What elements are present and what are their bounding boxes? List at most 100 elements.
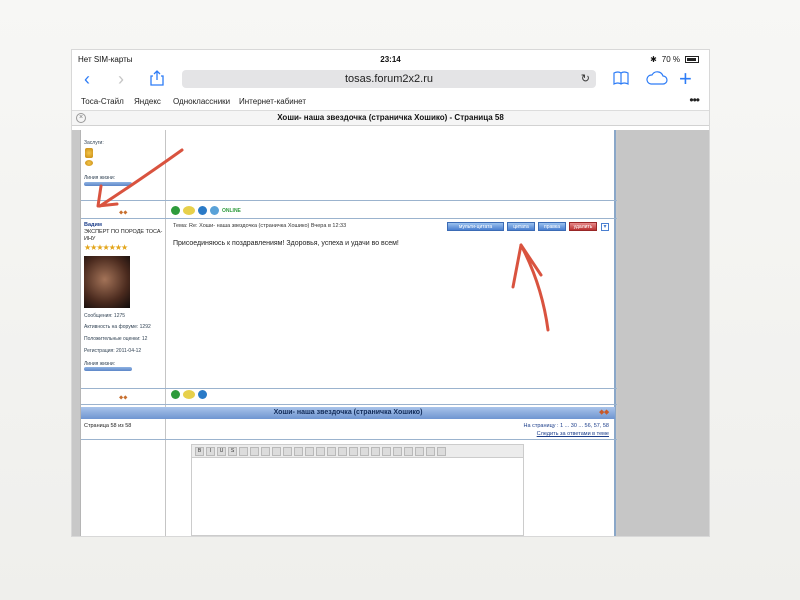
life-bar-top [84,182,132,186]
contact-icons: ONLINE [171,206,241,215]
bookmarks-button[interactable] [613,70,629,88]
forward-button[interactable]: › [118,70,124,88]
youtube-icon[interactable] [360,446,369,456]
battery-percent: 70 % [661,55,680,64]
code-icon[interactable] [294,446,303,456]
new-tab-button[interactable]: + [679,68,692,90]
email-icon[interactable] [198,390,207,399]
size-icon[interactable] [382,446,391,456]
status-bar: Нет SIM-карты 23:14 ✱ 70 % [72,50,709,68]
topic-banner: Хоши- наша звездочка (страничка Хошико) … [81,407,615,419]
page-info: Страница 58 из 58 [84,423,132,429]
smiley-icon[interactable] [415,446,424,456]
safari-toolbar: ‹ › tosas.forum2x2.ru ↻ + [72,68,709,92]
topic-banner-title: Хоши- наша звездочка (страничка Хошико) [273,409,423,416]
flash-icon[interactable] [349,446,358,456]
book-icon [613,71,629,85]
nav-arrows-icon-2[interactable]: ⬥⬥ [119,395,127,402]
quote-button[interactable]: цитата [507,222,535,231]
page-gutter [618,130,709,536]
life-label-top: Линия жизни: [84,175,116,181]
more-icon[interactable]: ••• [689,93,700,107]
bookmark-yandex[interactable]: Яндекс [134,97,161,106]
web-content: Заслуги: Линия жизни: ⬥⬥ ONLINE Вадим ЭК… [72,130,709,536]
activity-count: Активность на форуме: 1292 [84,324,151,330]
page-title-bar: × Хоши- наша звездочка (страничка Хошико… [72,110,709,126]
list-icon[interactable] [371,446,380,456]
nav-arrows-icon[interactable]: ⬥⬥ [119,210,127,217]
email-icon[interactable] [198,206,207,215]
profile-icon[interactable] [171,206,180,215]
row-divider [81,218,617,219]
avatar[interactable] [84,256,130,308]
align-center-icon[interactable] [250,446,259,456]
editor-toolbar: B I U S [192,445,523,458]
icloud-tabs-button[interactable] [646,70,668,88]
profile-icon[interactable] [171,390,180,399]
row-divider [81,404,617,405]
align-justify-icon[interactable] [272,446,281,456]
awards-label: Заслуги: [84,140,104,146]
post-header: Тема: Re: Хоши- наша звездочка (страничк… [173,223,347,229]
author-name[interactable]: Вадим [84,222,102,228]
edit-button[interactable]: правка [538,222,566,231]
quote-icon[interactable] [283,446,292,456]
back-button[interactable]: ‹ [84,70,90,88]
address-bar[interactable]: tosas.forum2x2.ru ↻ [182,70,596,88]
hide-icon[interactable] [316,446,325,456]
align-right-icon[interactable] [261,446,270,456]
share-icon [150,70,164,86]
rank-stars-icon: ★★★★★★★ [84,243,128,252]
web-icon[interactable] [210,206,219,215]
strike-icon[interactable]: S [228,446,237,456]
close-tab-icon[interactable]: × [76,113,86,123]
bookmark-internet-cabinet[interactable]: Интернет-кабинет [239,97,306,106]
row-divider [81,439,617,440]
reload-icon[interactable]: ↻ [581,70,590,88]
author-rank: ЭКСПЕРТ ПО ПОРОДЕ ТОСА-ИНУ [84,229,163,242]
pagination[interactable]: На страницу : 1 ... 30 ... 56, 57, 58 [524,423,609,429]
watch-topic-link[interactable]: Следить за ответами в теме [537,431,609,437]
scroll-arrows-icon[interactable]: ⬥⬥ [599,407,609,419]
table-icon[interactable] [437,446,446,456]
url-text: tosas.forum2x2.ru [344,73,434,85]
row-divider [81,388,617,389]
reputation-count: Положительные оценки: 12 [84,336,148,342]
link-icon[interactable] [338,446,347,456]
align-left-icon[interactable] [239,446,248,456]
post-text: Присоединяюсь к поздравлениям! Здоровья,… [173,240,399,247]
award-star-icon [85,160,93,166]
registered-date: Регистрация: 2011-04-12 [84,348,142,354]
spoiler-icon[interactable] [305,446,314,456]
calendar-icon[interactable] [426,446,435,456]
messages-count: Сообщения: 1275 [84,313,126,319]
pm-icon[interactable] [183,390,195,399]
pm-icon[interactable] [183,206,195,215]
battery-icon [685,56,699,63]
page-title: Хоши- наша звездочка (страничка Хошико) … [277,113,504,122]
multiquote-button[interactable]: мульти-цитата [447,222,504,231]
ipad-screen: Нет SIM-карты 23:14 ✱ 70 % ‹ › tosas.for… [72,50,709,536]
post-menu-icon[interactable]: ▾ [601,223,609,231]
font-icon[interactable] [393,446,402,456]
image-icon[interactable] [327,446,336,456]
underline-icon[interactable]: U [217,446,226,456]
contact-icons-2 [171,390,207,399]
bookmark-odnoklassniki[interactable]: Одноклассники [173,97,230,106]
cloud-icon [646,71,668,85]
clock: 23:14 [380,55,401,64]
delete-button[interactable]: удалить [569,222,597,231]
bluetooth-icon: ✱ [650,55,657,64]
share-button[interactable] [150,70,164,89]
color-icon[interactable] [404,446,413,456]
online-status: ONLINE [222,207,241,214]
row-divider [81,200,617,201]
life-bar [84,367,132,371]
reply-editor[interactable]: B I U S [191,444,524,536]
bold-icon[interactable]: B [195,446,204,456]
bookmarks-bar: Тоса-Стайл Яндекс Одноклассники Интернет… [72,92,709,110]
profile-column [81,130,166,536]
italic-icon[interactable]: I [206,446,215,456]
forum-table: Заслуги: Линия жизни: ⬥⬥ ONLINE Вадим ЭК… [80,130,617,536]
bookmark-tosa-style[interactable]: Тоса-Стайл [81,97,124,106]
